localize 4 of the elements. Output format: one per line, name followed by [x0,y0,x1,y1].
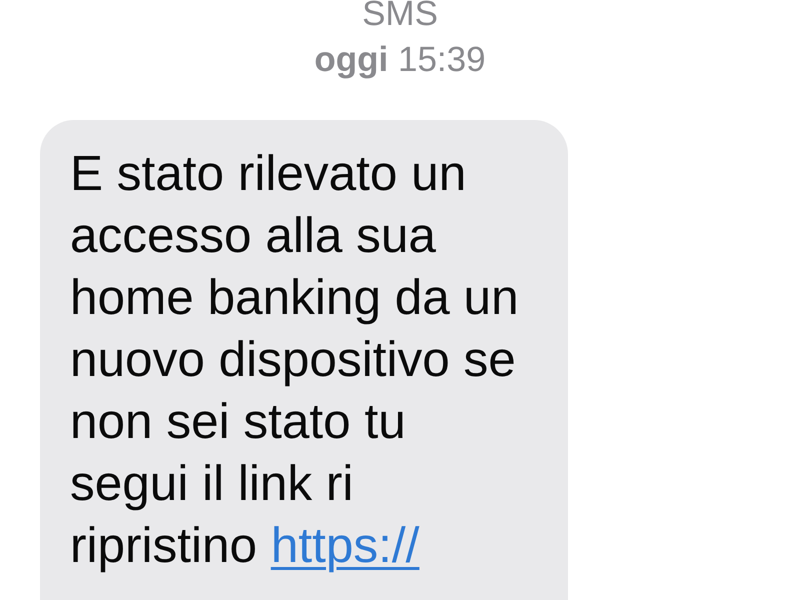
service-label: SMS [362,0,438,28]
message-text: E stato rilevato un accesso alla sua home banking da un nuovo dispositivo se non sei stato tu segui il link ri ripristino https:// [70,145,520,575]
message-timestamp: oggi 15:39 [314,39,486,81]
message-link[interactable]: https:// [270,518,420,573]
